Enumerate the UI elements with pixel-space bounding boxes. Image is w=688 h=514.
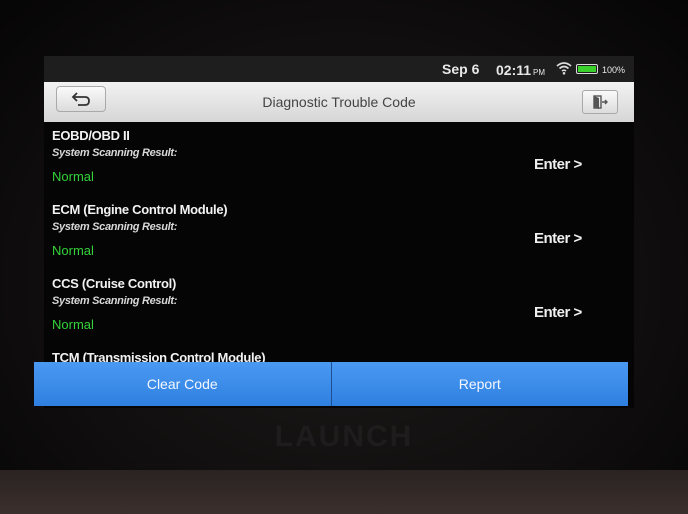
list-item-ccs[interactable]: CCS (Cruise Control) System Scanning Res… bbox=[44, 270, 634, 344]
exit-icon bbox=[593, 95, 608, 109]
battery-icon bbox=[576, 64, 598, 74]
exit-button[interactable] bbox=[582, 90, 618, 114]
status-time-value: 02:11 bbox=[496, 62, 532, 78]
battery-percent: 100% bbox=[602, 65, 626, 75]
system-name: CCS (Cruise Control) bbox=[52, 276, 177, 291]
status-date: Sep 6 bbox=[442, 61, 480, 77]
status-badge: Normal bbox=[52, 169, 94, 184]
device-screen: Sep 6 02:11 PM 100% Diagnostic Trouble Co… bbox=[44, 56, 634, 408]
system-name: ECM (Engine Control Module) bbox=[52, 202, 228, 217]
brand-logo: LAUNCH bbox=[274, 420, 414, 453]
battery-fill bbox=[578, 66, 596, 72]
scan-result-label: System Scanning Result: bbox=[52, 221, 178, 233]
enter-button[interactable]: Enter > bbox=[534, 304, 582, 321]
status-time: 02:11 PM bbox=[496, 62, 545, 78]
device-edge bbox=[0, 470, 688, 514]
clear-code-button[interactable]: Clear Code bbox=[34, 362, 331, 406]
status-bar: Sep 6 02:11 PM 100% bbox=[44, 56, 634, 82]
report-button[interactable]: Report bbox=[330, 362, 628, 406]
status-ampm: PM bbox=[533, 68, 546, 77]
system-name: EOBD/OBD II bbox=[52, 128, 130, 143]
list-item-eobd[interactable]: EOBD/OBD II System Scanning Result: Norm… bbox=[44, 122, 634, 196]
wifi-icon bbox=[556, 62, 572, 75]
status-badge: Normal bbox=[52, 243, 94, 258]
scan-result-label: System Scanning Result: bbox=[52, 295, 178, 307]
status-badge: Normal bbox=[52, 317, 94, 332]
page-title: Diagnostic Trouble Code bbox=[262, 94, 416, 110]
list-item-ecm[interactable]: ECM (Engine Control Module) System Scann… bbox=[44, 196, 634, 270]
scan-result-label: System Scanning Result: bbox=[52, 147, 178, 159]
enter-button[interactable]: Enter > bbox=[534, 156, 582, 173]
bottom-action-bar: Clear Code Report bbox=[34, 362, 628, 406]
enter-button[interactable]: Enter > bbox=[534, 230, 582, 247]
title-bar: Diagnostic Trouble Code bbox=[44, 82, 634, 122]
